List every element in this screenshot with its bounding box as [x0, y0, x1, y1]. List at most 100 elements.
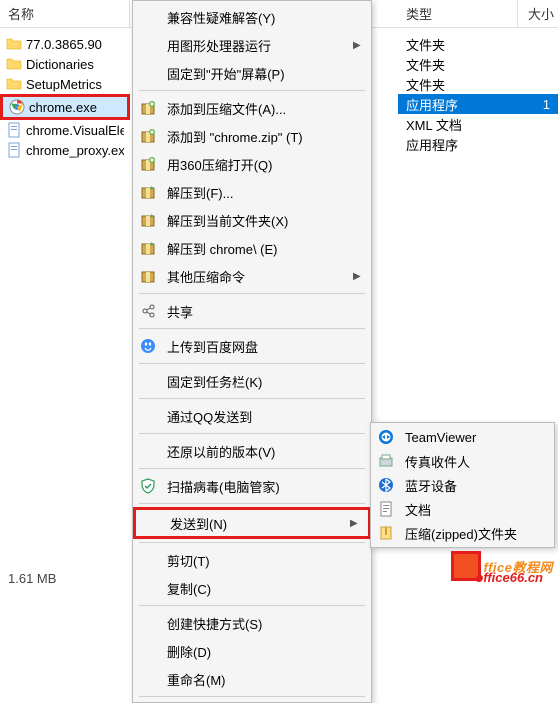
file-name: Dictionaries [26, 57, 94, 72]
header-size[interactable]: 大小 [518, 0, 558, 27]
blank-icon [137, 372, 159, 390]
menu-item[interactable]: 还原以前的版本(V) [133, 437, 371, 465]
menu-item[interactable]: 兼容性疑难解答(Y) [133, 3, 371, 31]
menu-label: 发送到(N) [170, 514, 342, 533]
blank-icon [137, 442, 159, 460]
menu-label: 通过QQ发送到 [167, 407, 345, 426]
type-cell[interactable]: XML 文档 [398, 114, 558, 134]
file-list: 77.0.3865.90 Dictionaries SetupMetrics chro… [0, 28, 130, 568]
menu-item[interactable]: 用图形处理器运行▶ [133, 31, 371, 59]
menu-separator [139, 293, 365, 294]
blank-icon [137, 36, 159, 54]
archive-ext-icon [137, 183, 159, 201]
file-name: chrome.VisualEle [26, 123, 124, 138]
status-size: 1.61 MB [8, 571, 56, 586]
menu-item[interactable]: 扫描病毒(电脑管家) [133, 472, 371, 500]
menu-label: 兼容性疑难解答(Y) [167, 8, 345, 27]
file-row-chrome_proxy.ex[interactable]: chrome_proxy.ex [0, 140, 130, 160]
context-menu: 兼容性疑难解答(Y) 用图形处理器运行▶ 固定到"开始"屏幕(P) 添加到压缩文件(A… [132, 0, 372, 703]
file-row-chrome.VisualEle[interactable]: chrome.VisualEle [0, 120, 130, 140]
menu-label: 复制(C) [167, 579, 345, 598]
header-name[interactable]: 名称 [0, 0, 130, 27]
archive-ext-icon [137, 211, 159, 229]
file-name: 77.0.3865.90 [26, 37, 102, 52]
blank-icon [137, 64, 159, 82]
type-cell[interactable]: 文件夹 [398, 54, 558, 74]
folder-icon [6, 56, 22, 72]
submenu-item[interactable]: 压缩(zipped)文件夹 [371, 521, 554, 545]
file-icon [6, 142, 22, 158]
menu-item[interactable]: 固定到"开始"屏幕(P) [133, 59, 371, 87]
menu-item[interactable]: 发送到(N)▶ [133, 507, 371, 539]
menu-item[interactable]: 用360压缩打开(Q) [133, 150, 371, 178]
menu-item[interactable]: 创建快捷方式(S) [133, 609, 371, 637]
blank-icon [137, 642, 159, 660]
menu-label: 剪切(T) [167, 551, 345, 570]
type-cell[interactable]: 文件夹 [398, 74, 558, 94]
menu-item[interactable]: 添加到 "chrome.zip" (T) [133, 122, 371, 150]
submenu-item[interactable]: 文档 [371, 497, 554, 521]
archive-add-icon [137, 155, 159, 173]
menu-label: 解压到 chrome\ (E) [167, 239, 345, 258]
file-row-SetupMetrics[interactable]: SetupMetrics [0, 74, 130, 94]
chrome-icon [9, 99, 25, 115]
bluetooth-icon [375, 476, 397, 494]
menu-separator [139, 503, 365, 504]
menu-label: 用360压缩打开(Q) [167, 155, 345, 174]
file-name: chrome_proxy.ex [26, 143, 124, 158]
file-icon [6, 122, 22, 138]
blank-icon [137, 670, 159, 688]
menu-separator [139, 468, 365, 469]
menu-item[interactable]: 添加到压缩文件(A)... [133, 94, 371, 122]
menu-separator [139, 605, 365, 606]
folder-icon [6, 36, 22, 52]
menu-item[interactable]: 解压到当前文件夹(X) [133, 206, 371, 234]
file-row-Dictionaries[interactable]: Dictionaries [0, 54, 130, 74]
menu-item[interactable]: 共享 [133, 297, 371, 325]
menu-label: 固定到"开始"屏幕(P) [167, 64, 345, 83]
archive-add-icon [137, 99, 159, 117]
menu-item[interactable]: 其他压缩命令▶ [133, 262, 371, 290]
archive-add-icon [137, 127, 159, 145]
shield-icon [137, 477, 159, 495]
menu-item[interactable]: 通过QQ发送到 [133, 402, 371, 430]
blank-icon [137, 579, 159, 597]
submenu-item[interactable]: TeamViewer [371, 425, 554, 449]
menu-label: 解压到当前文件夹(X) [167, 211, 345, 230]
type-cell[interactable]: 文件夹 [398, 34, 558, 54]
menu-separator [139, 328, 365, 329]
submenu-label: 蓝牙设备 [405, 476, 546, 495]
header-type[interactable]: 类型 [398, 0, 518, 27]
file-name: chrome.exe [29, 100, 97, 115]
zip-icon [375, 524, 397, 542]
menu-item[interactable]: 重命名(M) [133, 665, 371, 693]
menu-label: 创建快捷方式(S) [167, 614, 345, 633]
menu-label: 解压到(F)... [167, 183, 345, 202]
menu-item[interactable]: 剪切(T) [133, 546, 371, 574]
file-row-77.0.3865.90[interactable]: 77.0.3865.90 [0, 34, 130, 54]
submenu-item[interactable]: 蓝牙设备 [371, 473, 554, 497]
menu-item[interactable]: 解压到(F)... [133, 178, 371, 206]
baidu-icon [137, 337, 159, 355]
submenu-label: 文档 [405, 500, 546, 519]
menu-label: 其他压缩命令 [167, 267, 345, 286]
share-icon [137, 302, 159, 320]
type-cell[interactable]: 应用程序 [398, 134, 558, 154]
menu-item[interactable]: 删除(D) [133, 637, 371, 665]
menu-label: 用图形处理器运行 [167, 36, 345, 55]
archive-icon [137, 267, 159, 285]
folder-icon [6, 76, 22, 92]
menu-item[interactable]: 复制(C) [133, 574, 371, 602]
submenu-item[interactable]: 传真收件人 [371, 449, 554, 473]
archive-ext-icon [137, 239, 159, 257]
menu-item[interactable]: 解压到 chrome\ (E) [133, 234, 371, 262]
menu-item[interactable]: 上传到百度网盘 [133, 332, 371, 360]
file-row-chrome.exe[interactable]: chrome.exe [0, 94, 130, 120]
menu-label: 添加到 "chrome.zip" (T) [167, 127, 345, 146]
file-name: SetupMetrics [26, 77, 102, 92]
blank-icon [140, 514, 162, 532]
menu-separator [139, 398, 365, 399]
menu-separator [139, 542, 365, 543]
type-cell[interactable]: 应用程序1 [398, 94, 558, 114]
menu-item[interactable]: 固定到任务栏(K) [133, 367, 371, 395]
